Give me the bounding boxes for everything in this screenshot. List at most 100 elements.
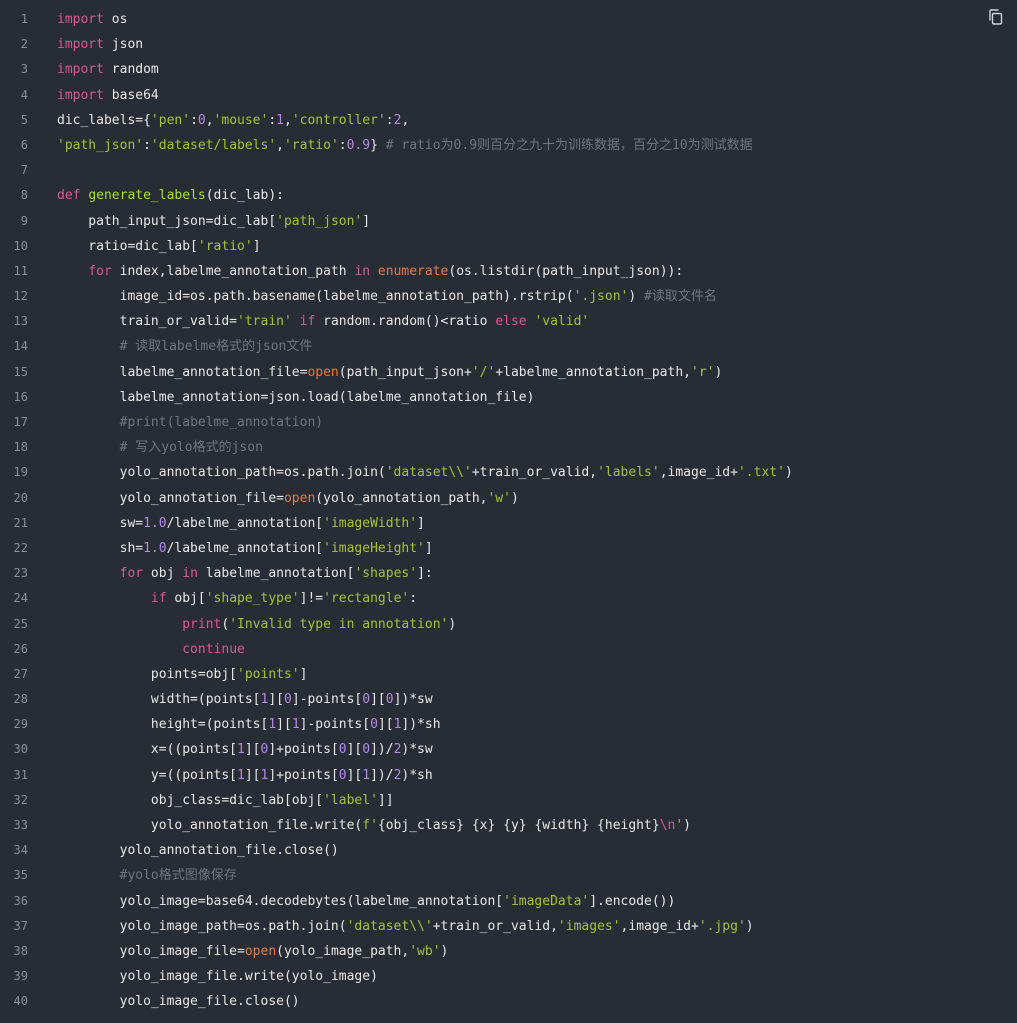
code-token: ): [784, 465, 793, 481]
line-number: 8: [20, 188, 28, 203]
code-token: yolo_image_file.write(yolo_image): [57, 969, 378, 985]
number-token: 0: [385, 692, 394, 708]
line-code: image_id=os.path.basename(labelme_annota…: [57, 284, 717, 309]
string-token: 'r': [690, 364, 715, 380]
code-line: 24 if obj['shape_type']!='rectangle':: [0, 586, 1017, 611]
code-token: (os.listdir(path_input_json)):: [448, 263, 684, 279]
code-token: ])*sw: [393, 692, 433, 708]
code-token: y=((points[: [57, 767, 238, 783]
string-token: 'shapes': [354, 566, 418, 582]
code-token: labelme_annotation_file=: [57, 364, 308, 380]
number-token: 0: [338, 742, 347, 758]
code-token: ): [683, 818, 691, 833]
line-number: 32: [13, 792, 28, 807]
keyword-token: if: [299, 314, 316, 330]
line-code: import os: [57, 7, 127, 32]
code-token: ratio=dic_lab[: [57, 238, 198, 254]
code-token: ,: [205, 112, 214, 128]
line-code: continue: [57, 637, 245, 662]
code-token: sh=: [57, 540, 144, 556]
number-token: 1: [291, 717, 300, 733]
code-line: 30 x=((points[1][0]+points[0][0])/2)*sw: [0, 737, 1017, 762]
line-code: sh=1.0/labelme_annotation['imageHeight']: [57, 536, 433, 561]
line-code: labelme_annotation_file=open(path_input_…: [57, 360, 723, 385]
code-token: obj[: [166, 591, 206, 607]
code-token: :: [190, 112, 198, 128]
code-token: ][: [370, 692, 386, 708]
number-token: 1: [237, 767, 245, 783]
line-number: 16: [13, 389, 28, 404]
line-number: 20: [13, 490, 28, 505]
string-token: '.txt': [737, 465, 785, 481]
code-line: 13 train_or_valid='train' if random.rand…: [0, 309, 1017, 334]
string-token: 'path_json': [276, 213, 363, 229]
code-token: ]-points[: [299, 717, 371, 733]
code-token: ]!=: [299, 591, 324, 607]
code-token: base64: [103, 87, 159, 103]
code-line: 17 #print(labelme_annotation): [0, 410, 1017, 435]
code-token: ]: [252, 238, 261, 254]
code-line: 33 yolo_annotation_file.write(f'{obj_cla…: [0, 813, 1017, 838]
keyword-token: in: [354, 263, 371, 279]
code-token: ): [440, 943, 449, 959]
code-line: 5 dic_labels={'pen':0,'mouse':1,'controll…: [0, 108, 1017, 133]
line-code: # 写入yolo格式的json: [57, 435, 263, 460]
number-token: 0: [370, 717, 378, 733]
code-line: 38 yolo_image_file=open(yolo_image_path,…: [0, 939, 1017, 964]
line-number: 1: [20, 12, 28, 26]
code-line: 28 width=(points[1][0]-points[0][0])*sw: [0, 687, 1017, 712]
code-token: ]-points[: [291, 692, 363, 708]
line-number: 7: [20, 163, 28, 178]
line-number: 15: [13, 364, 28, 379]
code-line: 10 ratio=dic_lab['ratio']: [0, 234, 1017, 259]
builtin-token: open: [307, 364, 339, 380]
comment-token: # ratio为0.9则百分之九十为训练数据，百分之10为测试数据: [385, 137, 753, 153]
number-token: 1.0: [143, 540, 167, 556]
string-token: 'controller': [291, 112, 386, 128]
number-token: 1: [237, 742, 245, 758]
line-number: 13: [13, 314, 28, 329]
code-line: 11 for index,labelme_annotation_path in …: [0, 259, 1017, 284]
code-token: ]: [417, 515, 425, 531]
code-line: 8 def generate_labels(dic_lab):: [0, 183, 1017, 208]
line-code: points=obj['points']: [57, 662, 308, 687]
number-token: 1: [276, 112, 284, 128]
code-token: ][: [276, 717, 292, 733]
line-code: #print(labelme_annotation): [57, 410, 324, 435]
code-token: image_id=os.path.basename(labelme_annota…: [57, 289, 574, 305]
line-code: width=(points[1][0]-points[0][0])*sw: [57, 687, 433, 712]
code-token: ,: [284, 112, 292, 128]
line-number: 25: [13, 616, 28, 631]
line-number: 34: [13, 843, 28, 858]
code-line: 40 yolo_image_file.close(): [0, 989, 1017, 1014]
line-number: 27: [13, 666, 28, 681]
string-token: 'imageHeight': [323, 540, 425, 556]
keyword-token: import: [57, 87, 104, 103]
line-number: 38: [13, 943, 28, 958]
string-token: 'points': [237, 666, 300, 682]
code-token: ]+points[: [268, 767, 339, 783]
string-token: 'dataset/labels': [150, 137, 277, 153]
comment-token: #yolo格式图像保存: [119, 868, 237, 884]
code-token: ][: [268, 692, 284, 708]
string-token: '.json': [573, 289, 629, 305]
line-number: 17: [13, 415, 28, 429]
line-number: 5: [20, 112, 28, 127]
string-token: f': [362, 818, 378, 833]
code-token: random.random()<ratio: [315, 314, 496, 330]
code-token: yolo_image_path=os.path.join(: [57, 918, 347, 934]
code-token: json: [103, 37, 144, 53]
number-token: 1: [268, 717, 277, 733]
code-line: 35 #yolo格式图像保存: [0, 863, 1017, 888]
string-token: 'rectangle': [323, 591, 410, 607]
code-line: 36 yolo_image=base64.decodebytes(labelme…: [0, 889, 1017, 914]
code-token: ])*sh: [401, 717, 441, 733]
line-code: yolo_annotation_file.close(): [57, 838, 339, 863]
code-token: ): [628, 289, 645, 305]
code-token: ,: [276, 137, 284, 153]
line-number: 12: [13, 289, 28, 304]
string-token: 'pen': [150, 112, 191, 128]
